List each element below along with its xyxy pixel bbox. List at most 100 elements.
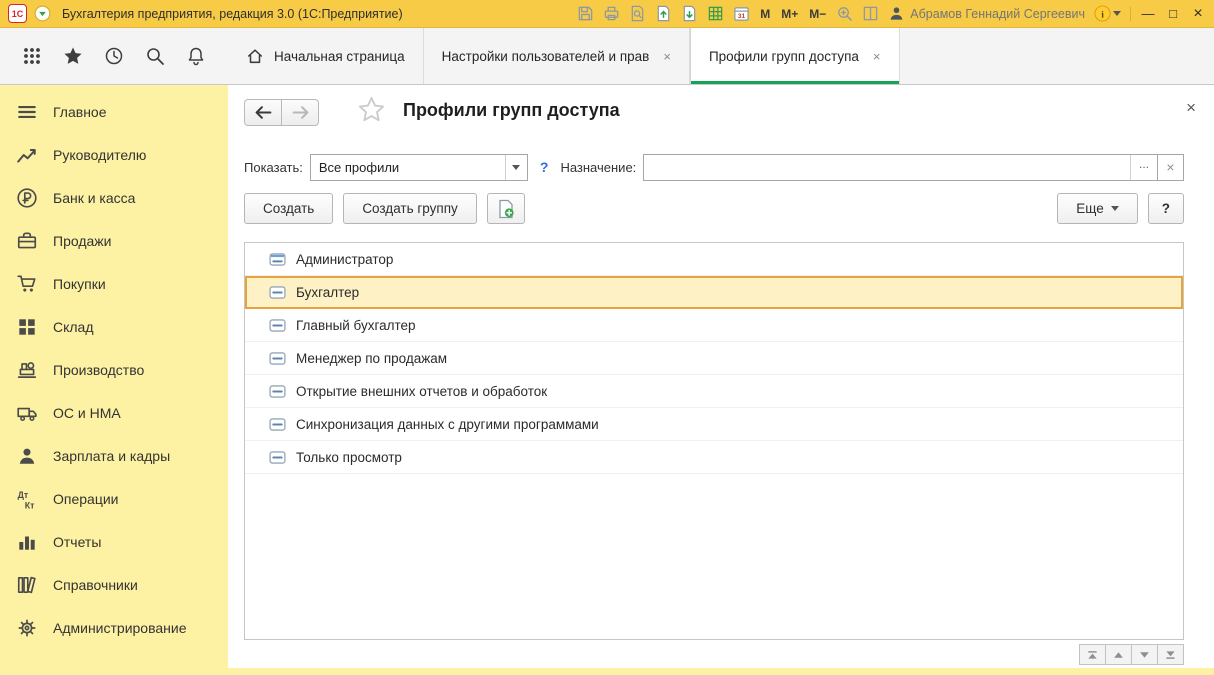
filter-row: Показать: Все профили ? Назначение: ... … xyxy=(244,153,1184,181)
sidebar-item[interactable]: ДтКт Операции xyxy=(0,477,228,520)
file-download-icon[interactable] xyxy=(681,5,698,22)
tab-close-icon[interactable]: × xyxy=(663,49,671,64)
help-menu[interactable]: i xyxy=(1094,5,1121,22)
combo-dropdown-button[interactable] xyxy=(505,155,527,180)
titlebar-divider xyxy=(1130,7,1131,21)
tab-bar: Начальная страница × Настройки пользоват… xyxy=(0,28,1214,85)
memory-m-minus-button[interactable]: M− xyxy=(808,7,827,21)
menu-icon xyxy=(16,101,38,123)
tab-label: Начальная страница xyxy=(274,49,405,64)
search-icon[interactable] xyxy=(145,46,165,66)
scroll-up-button[interactable] xyxy=(1105,644,1132,665)
print-icon[interactable] xyxy=(603,5,620,22)
title-bar: 1С Бухгалтерия предприятия, редакция 3.0… xyxy=(0,0,1214,28)
dtkt-icon: ДтКт xyxy=(16,488,38,510)
calendar-icon[interactable]: 31 xyxy=(733,5,750,22)
sidebar-item-label: Зарплата и кадры xyxy=(53,448,170,464)
sidebar-item[interactable]: ОС и НМА xyxy=(0,391,228,434)
list-item[interactable]: Только просмотр xyxy=(245,441,1183,474)
tab-label: Настройки пользователей и прав xyxy=(442,49,650,64)
window-close-button[interactable]: × xyxy=(1190,7,1206,20)
sidebar-item-label: ОС и НМА xyxy=(53,405,121,421)
books-icon xyxy=(16,574,38,596)
sidebar-item[interactable]: Продажи xyxy=(0,219,228,262)
back-button[interactable] xyxy=(244,99,282,126)
sidebar-item[interactable]: Отчеты xyxy=(0,520,228,563)
list-item[interactable]: Синхронизация данных с другими программа… xyxy=(245,408,1183,441)
create-button[interactable]: Создать xyxy=(244,193,333,224)
doc-plus-icon xyxy=(496,199,516,219)
profile-icon xyxy=(269,451,286,464)
sidebar-item[interactable]: Руководителю xyxy=(0,133,228,176)
purpose-input[interactable] xyxy=(644,155,1130,180)
profile-icon xyxy=(269,418,286,431)
list-item-label: Менеджер по продажам xyxy=(296,351,447,366)
sidebar-item[interactable]: Покупки xyxy=(0,262,228,305)
favorites-icon[interactable] xyxy=(63,46,83,66)
profile-icon xyxy=(269,286,286,299)
sidebar-item-label: Покупки xyxy=(53,276,106,292)
scroll-nav xyxy=(1080,644,1184,665)
list-item[interactable]: Бухгалтер xyxy=(245,276,1183,309)
purpose-label: Назначение: xyxy=(560,160,636,175)
chevron-down-icon xyxy=(1113,11,1121,16)
page-title: Профили групп доступа xyxy=(403,100,620,121)
profiles-list: Администратор Бухгалтер Главный бухгалте… xyxy=(244,242,1184,640)
list-item-label: Только просмотр xyxy=(296,450,402,465)
svg-text:i: i xyxy=(1101,10,1104,20)
main-content: Профили групп доступа × Показать: Все пр… xyxy=(228,85,1214,668)
maximize-button[interactable]: □ xyxy=(1165,6,1181,21)
svg-text:31: 31 xyxy=(738,13,746,20)
zoom-icon[interactable] xyxy=(836,5,853,22)
sidebar-item[interactable]: Администрирование xyxy=(0,606,228,649)
sidebar-item[interactable]: Зарплата и кадры xyxy=(0,434,228,477)
create-new-document-button[interactable] xyxy=(487,193,525,224)
purpose-more-button[interactable]: ... xyxy=(1130,155,1157,180)
notifications-icon[interactable] xyxy=(186,46,206,66)
minimize-button[interactable]: — xyxy=(1140,6,1156,21)
list-item[interactable]: Администратор xyxy=(245,243,1183,276)
sidebar-item-label: Справочники xyxy=(53,577,138,593)
save-icon[interactable] xyxy=(577,5,594,22)
more-button[interactable]: Еще xyxy=(1057,193,1137,224)
tab[interactable]: Начальная страница × xyxy=(228,28,424,84)
tab-close-icon[interactable]: × xyxy=(873,49,881,64)
favorite-star-icon[interactable] xyxy=(358,96,385,123)
sidebar-item[interactable]: Справочники xyxy=(0,563,228,606)
gear-icon xyxy=(16,617,38,639)
briefcase-icon xyxy=(16,230,38,252)
current-user[interactable]: Абрамов Геннадий Сергеевич xyxy=(888,5,1085,22)
scroll-top-button[interactable] xyxy=(1079,644,1106,665)
show-help-link[interactable]: ? xyxy=(540,159,549,175)
scroll-down-button[interactable] xyxy=(1131,644,1158,665)
purpose-clear-button[interactable]: × xyxy=(1157,154,1184,181)
chevron-up-icon xyxy=(1113,650,1124,660)
memory-m-button[interactable]: M xyxy=(759,7,771,21)
file-upload-icon[interactable] xyxy=(655,5,672,22)
list-item[interactable]: Открытие внешних отчетов и обработок xyxy=(245,375,1183,408)
sidebar-item[interactable]: Банк и касса xyxy=(0,176,228,219)
windows-layout-icon[interactable] xyxy=(862,5,879,22)
table-icon[interactable] xyxy=(707,5,724,22)
sidebar-item[interactable]: Склад xyxy=(0,305,228,348)
app-menu-icon[interactable] xyxy=(22,46,42,66)
list-item-label: Администратор xyxy=(296,252,393,267)
help-button[interactable]: ? xyxy=(1148,193,1184,224)
sidebar-item-label: Производство xyxy=(53,362,144,378)
list-item[interactable]: Главный бухгалтер xyxy=(245,309,1183,342)
create-group-button[interactable]: Создать группу xyxy=(343,193,476,224)
list-item[interactable]: Менеджер по продажам xyxy=(245,342,1183,375)
sidebar-item[interactable]: Производство xyxy=(0,348,228,391)
main-menu-dropdown-icon[interactable] xyxy=(34,5,51,22)
show-profile-select[interactable]: Все профили xyxy=(310,154,528,181)
tab[interactable]: Настройки пользователей и прав × xyxy=(424,28,690,84)
scroll-bottom-button[interactable] xyxy=(1157,644,1184,665)
page-close-icon[interactable]: × xyxy=(1186,98,1196,118)
history-icon[interactable] xyxy=(104,46,124,66)
chevron-down-icon xyxy=(1139,650,1150,660)
sidebar-item[interactable]: Главное xyxy=(0,90,228,133)
print-preview-icon[interactable] xyxy=(629,5,646,22)
forward-button[interactable] xyxy=(281,99,319,126)
tab[interactable]: Профили групп доступа × xyxy=(690,28,900,84)
memory-m-plus-button[interactable]: M+ xyxy=(780,7,799,21)
